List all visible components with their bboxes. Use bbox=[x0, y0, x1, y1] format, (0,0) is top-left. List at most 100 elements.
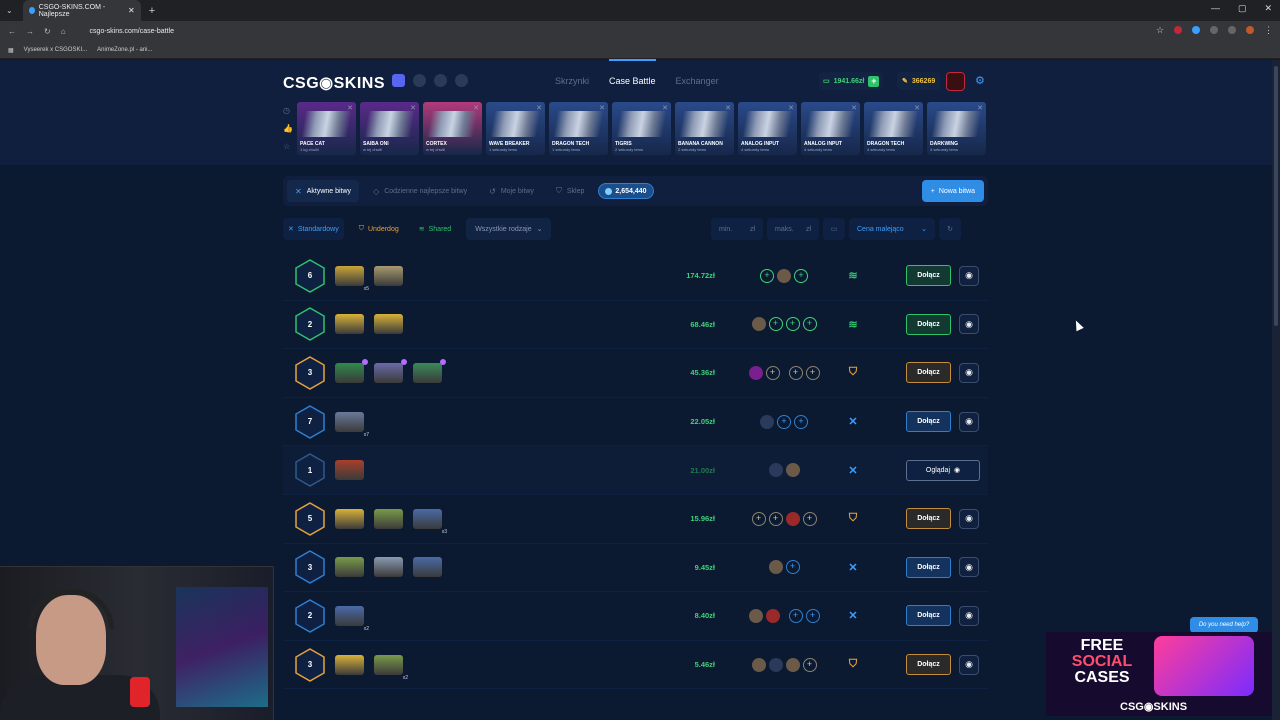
url-field[interactable]: csgo-skins.com/case-battle bbox=[90, 28, 174, 35]
join-slot-icon[interactable]: + bbox=[785, 560, 800, 575]
battle-type-select[interactable]: Wszystkie rodzaje ⌄ bbox=[466, 218, 552, 240]
extension-icon[interactable] bbox=[1210, 26, 1218, 34]
close-icon[interactable]: ✕ bbox=[347, 104, 353, 112]
join-button[interactable]: Dołącz bbox=[906, 605, 951, 627]
close-window-icon[interactable]: ✕ bbox=[1264, 3, 1272, 14]
tab-daily-best[interactable]: ◇ Codzienne najlepsze bitwy bbox=[365, 180, 475, 202]
back-icon[interactable]: ← bbox=[8, 27, 16, 36]
join-button[interactable]: Dołącz bbox=[906, 362, 951, 384]
facebook-icon[interactable] bbox=[413, 74, 426, 87]
tab-list-dropdown[interactable]: ⌄ bbox=[6, 6, 13, 15]
eye-icon[interactable]: ◉ bbox=[959, 508, 979, 529]
join-slot-icon[interactable]: + bbox=[794, 268, 808, 283]
scroll-thumb[interactable] bbox=[1274, 66, 1278, 326]
eye-icon[interactable]: ◉ bbox=[959, 411, 979, 432]
drop-card[interactable]: ✕ DRAGON TECH 1 sekundy temu bbox=[549, 102, 608, 155]
bookmark-star-icon[interactable]: ☆ bbox=[1156, 26, 1164, 35]
wallet-balance[interactable]: ▭ 1941.66zł + bbox=[819, 72, 884, 90]
join-slot-icon[interactable]: + bbox=[765, 365, 780, 380]
profile-avatar[interactable] bbox=[1246, 26, 1254, 34]
join-slot-icon[interactable]: + bbox=[802, 511, 817, 526]
nav-skrzynki[interactable]: Skrzynki bbox=[555, 76, 589, 86]
browser-tab[interactable]: CSGO-SKINS.COM - Najlepsze ✕ bbox=[22, 0, 141, 21]
filter-underdog[interactable]: ⛉ Underdog bbox=[354, 218, 404, 240]
eye-icon[interactable]: ◉ bbox=[959, 654, 979, 675]
close-icon[interactable]: ✕ bbox=[599, 104, 605, 112]
filter-shared[interactable]: ≋ Shared bbox=[414, 218, 456, 240]
new-battle-button[interactable]: + Nowa bitwa bbox=[921, 180, 984, 202]
join-slot-icon[interactable]: + bbox=[788, 365, 803, 380]
extension-icon[interactable] bbox=[1192, 26, 1200, 34]
home-icon[interactable]: ⌂ bbox=[61, 27, 66, 36]
join-slot-icon[interactable]: + bbox=[794, 414, 808, 429]
eye-icon[interactable]: ◉ bbox=[959, 314, 979, 335]
coins-balance[interactable]: ✎ 366269 bbox=[897, 72, 941, 90]
join-slot-icon[interactable]: + bbox=[785, 317, 800, 332]
menu-icon[interactable]: ⋮ bbox=[1264, 26, 1273, 35]
close-icon[interactable]: ✕ bbox=[662, 104, 668, 112]
eye-icon[interactable]: ◉ bbox=[959, 265, 979, 286]
join-slot-icon[interactable]: + bbox=[802, 657, 817, 672]
close-icon[interactable]: ✕ bbox=[788, 104, 794, 112]
min-price-input[interactable]: min. zł bbox=[711, 218, 763, 240]
close-tab-icon[interactable]: ✕ bbox=[128, 6, 135, 15]
join-slot-icon[interactable]: + bbox=[777, 414, 791, 429]
join-button[interactable]: Dołącz bbox=[906, 556, 951, 578]
help-chat-button[interactable]: Do you need help? bbox=[1190, 617, 1258, 633]
drop-card[interactable]: ✕ BANANA CANNON 2 sekundy temu bbox=[675, 102, 734, 155]
join-button[interactable]: Dołącz bbox=[906, 265, 951, 287]
bookmark-item[interactable]: AnimeZone.pl - ani... bbox=[97, 47, 152, 53]
downloads-icon[interactable] bbox=[1228, 26, 1236, 34]
join-slot-icon[interactable]: + bbox=[802, 317, 817, 332]
drop-card[interactable]: ✕ DRAGON TECH 4 sekundy temu bbox=[864, 102, 923, 155]
settings-gear-icon[interactable]: ⚙ bbox=[975, 74, 985, 87]
maximize-icon[interactable]: ▢ bbox=[1238, 3, 1247, 14]
join-slot-icon[interactable]: + bbox=[805, 608, 820, 623]
deposit-button[interactable]: + bbox=[868, 75, 880, 87]
thumbs-up-icon[interactable]: 👍 bbox=[283, 124, 293, 133]
drop-card[interactable]: ✕ ANALOG INPUT 4 sekundy temu bbox=[738, 102, 797, 155]
close-icon[interactable]: ✕ bbox=[914, 104, 920, 112]
drop-card[interactable]: ✕ TIGRIS 2 sekundy temu bbox=[612, 102, 671, 155]
site-logo[interactable]: CSG◉SKINS bbox=[283, 73, 385, 93]
join-button[interactable]: Dołącz bbox=[906, 411, 951, 433]
clock-icon[interactable]: ◷ bbox=[283, 106, 293, 115]
user-avatar[interactable] bbox=[946, 72, 965, 91]
eye-icon[interactable]: ◉ bbox=[959, 557, 979, 578]
join-button[interactable]: Dołącz bbox=[906, 313, 951, 335]
sort-select[interactable]: Cena malejąco ⌄ bbox=[849, 218, 935, 240]
drop-card[interactable]: ✕ SAIBA ONI w tej chwili bbox=[360, 102, 419, 155]
apps-icon[interactable]: ▦ bbox=[8, 47, 14, 54]
drop-card[interactable]: ✕ WAVE BREAKER 1 sekundy temu bbox=[486, 102, 545, 155]
tab-shop[interactable]: ⛉ Sklep bbox=[548, 180, 593, 202]
watch-button[interactable]: Oglądaj ◉ bbox=[906, 459, 980, 481]
filter-standard[interactable]: ✕ Standardowy bbox=[283, 218, 344, 240]
drop-card[interactable]: ✕ DARKWING 4 sekundy temu bbox=[927, 102, 986, 155]
join-slot-icon[interactable]: + bbox=[768, 317, 783, 332]
x-twitter-icon[interactable] bbox=[455, 74, 468, 87]
nav-case-battle[interactable]: Case Battle bbox=[609, 59, 656, 86]
nav-exchanger[interactable]: Exchanger bbox=[676, 76, 719, 86]
close-icon[interactable]: ✕ bbox=[536, 104, 542, 112]
drop-card[interactable]: ✕ PACE CAT 1 kg chuilli bbox=[297, 102, 356, 155]
join-slot-icon[interactable]: + bbox=[751, 511, 766, 526]
calendar-icon[interactable]: ▭ bbox=[823, 218, 845, 240]
eye-icon[interactable]: ◉ bbox=[959, 605, 979, 626]
discord-icon[interactable] bbox=[392, 74, 405, 87]
max-price-input[interactable]: maks. zł bbox=[767, 218, 819, 240]
bookmark-item[interactable]: Vyseerek x CSGOSKI... bbox=[24, 47, 87, 53]
new-tab-button[interactable]: + bbox=[149, 5, 155, 17]
join-button[interactable]: Dołącz bbox=[906, 508, 951, 530]
extension-icon[interactable] bbox=[1174, 26, 1182, 34]
reload-icon[interactable]: ↻ bbox=[44, 27, 51, 36]
instagram-icon[interactable] bbox=[434, 74, 447, 87]
close-icon[interactable]: ✕ bbox=[977, 104, 983, 112]
drop-card[interactable]: ✕ ANALOG INPUT 4 sekundy temu bbox=[801, 102, 860, 155]
close-icon[interactable]: ✕ bbox=[851, 104, 857, 112]
drop-card[interactable]: ✕ CORTEX w tej chwili bbox=[423, 102, 482, 155]
join-slot-icon[interactable]: + bbox=[788, 608, 803, 623]
tab-my-battles[interactable]: ↺ Moje bitwy bbox=[481, 180, 542, 202]
join-slot-icon[interactable]: + bbox=[805, 365, 820, 380]
tab-active-battles[interactable]: ✕ Aktywne bitwy bbox=[287, 180, 360, 202]
free-social-cases-ad[interactable]: FREE SOCIAL CASES CSG◉SKINS bbox=[1046, 632, 1272, 716]
